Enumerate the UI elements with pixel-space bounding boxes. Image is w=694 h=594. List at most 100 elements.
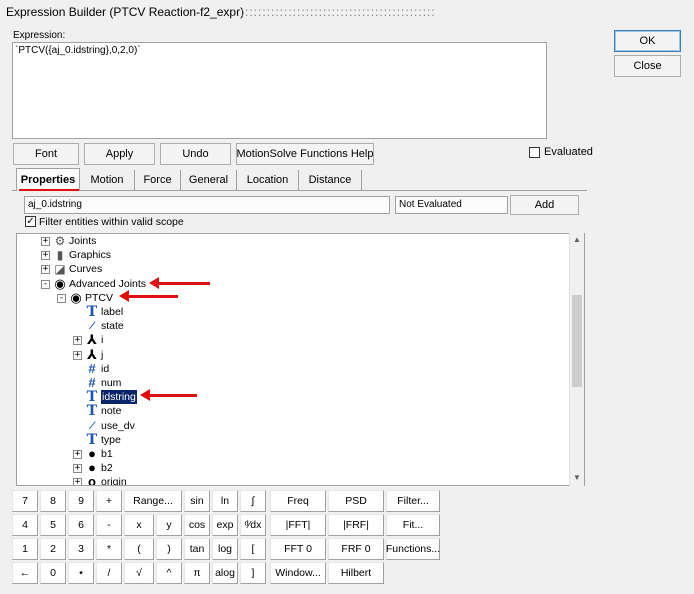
- keypad-key[interactable]: Fit...: [386, 514, 440, 536]
- keypad-key[interactable]: Hilbert: [328, 562, 384, 584]
- tab-distance[interactable]: Distance: [299, 170, 362, 190]
- keypad-key[interactable]: FFT 0: [270, 538, 326, 560]
- keypad-key[interactable]: cos: [184, 514, 210, 536]
- tree-node-label: label: [101, 306, 124, 318]
- tree-node[interactable]: ⁄ use_dv: [17, 419, 567, 433]
- expression-textarea[interactable]: `PTCV({aj_0.idstring},0,2,0)`: [12, 42, 547, 139]
- keypad-key[interactable]: Functions...: [386, 538, 440, 560]
- expand-icon[interactable]: +: [73, 464, 82, 474]
- evaluated-checkbox[interactable]: [529, 147, 540, 158]
- keypad-key[interactable]: PSD: [328, 490, 384, 512]
- tree-node[interactable]: - ◉ PTCV: [17, 290, 567, 305]
- keypad-key[interactable]: ∫: [240, 490, 266, 512]
- keypad-key[interactable]: ^: [156, 562, 182, 584]
- tab-general[interactable]: General: [181, 170, 237, 190]
- scroll-thumb[interactable]: [572, 295, 582, 387]
- font-button[interactable]: Font: [13, 143, 79, 165]
- keypad-key[interactable]: sin: [184, 490, 210, 512]
- keypad-key[interactable]: 6: [68, 514, 94, 536]
- keypad-key[interactable]: 3: [68, 538, 94, 560]
- keypad-key[interactable]: log: [212, 538, 238, 560]
- keypad-key[interactable]: 8: [40, 490, 66, 512]
- expand-icon[interactable]: +: [41, 237, 50, 246]
- keypad-key[interactable]: 2: [40, 538, 66, 560]
- keypad-key[interactable]: FRF 0: [328, 538, 384, 560]
- keypad-key[interactable]: •: [68, 562, 94, 584]
- ok-button[interactable]: OK: [614, 30, 681, 52]
- keypad-key[interactable]: |FRF|: [328, 514, 384, 536]
- tree-node[interactable]: + o origin: [17, 475, 567, 485]
- keypad-key[interactable]: 5: [40, 514, 66, 536]
- keypad-key[interactable]: ]: [240, 562, 266, 584]
- tree-node[interactable]: ⁄ state: [17, 319, 567, 333]
- tab-location[interactable]: Location: [237, 170, 299, 190]
- keypad-key[interactable]: π: [184, 562, 210, 584]
- keypad-key[interactable]: 7: [12, 490, 38, 512]
- keypad-key[interactable]: Filter...: [386, 490, 440, 512]
- keypad-key[interactable]: +: [96, 490, 122, 512]
- keypad-key[interactable]: exp: [212, 514, 238, 536]
- keypad-key[interactable]: y: [156, 514, 182, 536]
- keypad-key[interactable]: [: [240, 538, 266, 560]
- tree-node[interactable]: Ttype: [17, 433, 567, 447]
- expand-icon[interactable]: +: [73, 450, 82, 459]
- tree-node[interactable]: + ⅄ i: [17, 333, 567, 347]
- tree-node[interactable]: Tnote: [17, 404, 567, 418]
- tree-node[interactable]: + ● b2: [17, 461, 567, 475]
- collapse-icon[interactable]: -: [41, 279, 50, 289]
- keypad-key[interactable]: ln: [212, 490, 238, 512]
- tab-motion[interactable]: Motion: [80, 170, 135, 190]
- apply-button[interactable]: Apply: [84, 143, 155, 165]
- keypad-key[interactable]: 4: [12, 514, 38, 536]
- keypad-key[interactable]: ←: [12, 562, 38, 584]
- keypad-key[interactable]: -: [96, 514, 122, 536]
- entity-path-field[interactable]: aj_0.idstring: [24, 196, 390, 214]
- keypad-key[interactable]: |FFT|: [270, 514, 326, 536]
- keypad-key[interactable]: x: [124, 514, 154, 536]
- body-icon: ●: [88, 446, 96, 461]
- tree-node[interactable]: Tlabel: [17, 305, 567, 319]
- keypad-key[interactable]: ): [156, 538, 182, 560]
- tree-node-label: Joints: [69, 235, 97, 247]
- collapse-icon[interactable]: -: [57, 293, 66, 303]
- keypad-key[interactable]: Window...: [270, 562, 326, 584]
- expand-icon[interactable]: +: [41, 251, 50, 261]
- undo-button[interactable]: Undo: [160, 143, 231, 165]
- tree-node[interactable]: Tidstring: [17, 390, 567, 405]
- tree-scrollbar[interactable]: ▲ ▼: [569, 233, 584, 486]
- keypad-key[interactable]: /: [96, 562, 122, 584]
- keypad-key[interactable]: 9: [68, 490, 94, 512]
- expand-icon[interactable]: +: [73, 336, 82, 346]
- tree-node[interactable]: + ● b1: [17, 447, 567, 461]
- keypad-key[interactable]: 1: [12, 538, 38, 560]
- keypad-key[interactable]: (: [124, 538, 154, 560]
- tree-node[interactable]: # num: [17, 376, 567, 390]
- filter-scope-checkbox[interactable]: ✓: [25, 216, 36, 227]
- keypad-key[interactable]: alog: [212, 562, 238, 584]
- scroll-down-icon[interactable]: ▼: [573, 473, 581, 482]
- tree-node[interactable]: + ▮ Graphics: [17, 248, 567, 262]
- tree-node[interactable]: - ◉ Advanced Joints: [17, 276, 567, 291]
- keypad-key[interactable]: ᵈ⁄dx: [240, 514, 266, 536]
- expand-icon[interactable]: +: [41, 265, 50, 275]
- keypad-key[interactable]: *: [96, 538, 122, 560]
- tree-node[interactable]: + ◪ Curves: [17, 262, 567, 276]
- functions-help-button[interactable]: MotionSolve Functions Help: [236, 143, 374, 165]
- expand-icon[interactable]: +: [73, 350, 82, 360]
- tab-force[interactable]: Force: [135, 170, 181, 190]
- keypad-key[interactable]: tan: [184, 538, 210, 560]
- scroll-up-icon[interactable]: ▲: [573, 235, 581, 244]
- close-button[interactable]: Close: [614, 55, 681, 77]
- tab-properties[interactable]: Properties: [16, 168, 80, 191]
- keypad-key[interactable]: Range...: [124, 490, 182, 512]
- entity-tree[interactable]: + ⚙ Joints + ▮ Graphics + ◪ Curves - ◉ Advanced Joi…: [16, 233, 585, 486]
- expand-icon[interactable]: +: [73, 478, 82, 485]
- keypad-key[interactable]: √: [124, 562, 154, 584]
- tree-node[interactable]: # id: [17, 361, 567, 376]
- add-button[interactable]: Add: [510, 195, 579, 215]
- keypad-key[interactable]: 0: [40, 562, 66, 584]
- keypad-key[interactable]: Freq: [270, 490, 326, 512]
- tree-node[interactable]: + ⅄ j: [17, 347, 567, 362]
- annotation-arrow-advanced-joints: [149, 277, 210, 289]
- tree-node[interactable]: + ⚙ Joints: [17, 234, 567, 248]
